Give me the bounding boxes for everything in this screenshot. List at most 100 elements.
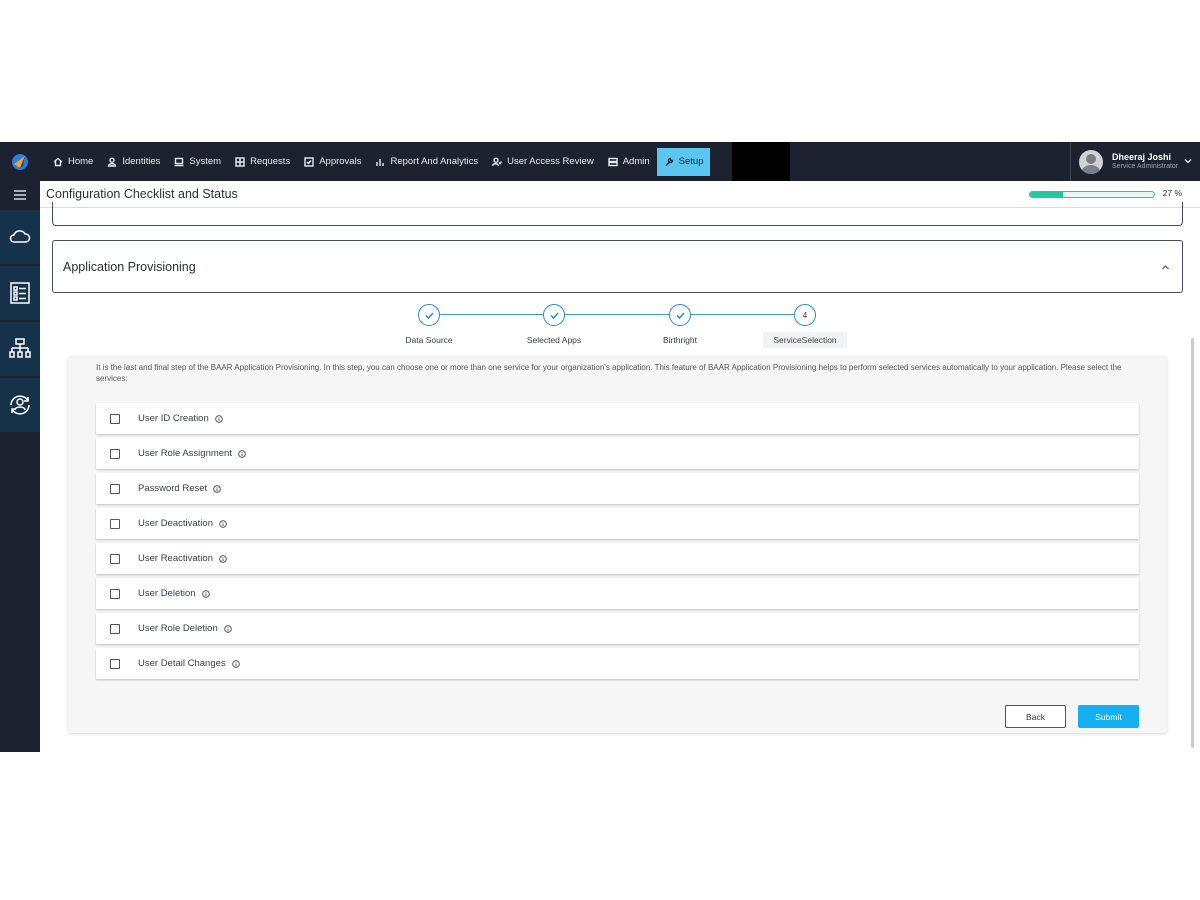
step-complete-marker	[543, 304, 565, 326]
user-icon	[108, 157, 117, 167]
info-icon[interactable]	[219, 519, 227, 528]
nav-user-access-review-label: User Access Review	[507, 156, 594, 167]
step-selected-apps[interactable]: Selected Apps	[509, 304, 599, 348]
list-item[interactable]: User Reactivation	[96, 543, 1139, 574]
user-sync-icon	[10, 395, 30, 415]
hamburger-menu-button[interactable]	[0, 181, 40, 208]
info-icon[interactable]	[231, 659, 240, 668]
laptop-icon	[174, 157, 184, 166]
nav-home-label: Home	[68, 156, 94, 167]
info-icon[interactable]	[219, 554, 227, 563]
sidebar-item-hierarchy[interactable]	[0, 322, 40, 376]
nav-system[interactable]: System	[167, 148, 228, 176]
step-data-source[interactable]: Data Source	[384, 304, 474, 348]
nav-setup[interactable]: Setup	[656, 147, 711, 176]
hierarchy-icon	[9, 338, 31, 358]
app-logo[interactable]	[0, 142, 40, 181]
service-label: User Deactivation	[138, 518, 213, 529]
service-checkbox[interactable]	[110, 448, 120, 459]
step-label: ServiceSelection	[763, 332, 847, 348]
back-button[interactable]: Back	[1005, 705, 1066, 728]
service-checkbox[interactable]	[110, 413, 120, 424]
service-checkbox[interactable]	[110, 483, 120, 494]
grid-icon	[235, 156, 245, 167]
step-complete-marker	[669, 304, 691, 326]
step-birthright[interactable]: Birthright	[635, 304, 725, 348]
service-checkbox[interactable]	[110, 518, 120, 529]
avatar	[1079, 149, 1103, 174]
user-info: Dheeraj Joshi Service Administrator	[1112, 152, 1178, 170]
info-icon[interactable]	[213, 484, 221, 493]
step-label: Birthright	[662, 335, 697, 345]
info-icon[interactable]	[201, 589, 210, 598]
step-number-marker: 4	[794, 304, 816, 326]
list-item[interactable]: Password Reset	[96, 473, 1139, 504]
nav-identities-label: Identities	[122, 156, 161, 167]
hamburger-icon	[14, 189, 26, 200]
check-icon	[675, 311, 685, 319]
nav-report-and-analytics[interactable]: Report And Analytics	[368, 148, 485, 176]
nav-menu: Home Identities System Requests Approval…	[46, 142, 711, 181]
nav-requests[interactable]: Requests	[228, 148, 297, 176]
check-icon	[424, 311, 434, 319]
step-label: Selected Apps	[526, 335, 582, 345]
service-checkbox[interactable]	[110, 588, 120, 599]
list-item[interactable]: User Role Assignment	[96, 438, 1139, 469]
step-service-selection[interactable]: 4 ServiceSelection	[760, 304, 850, 348]
config-progress-fill	[1030, 192, 1064, 197]
sidebar-item-cloud[interactable]	[0, 210, 40, 264]
user-name: Dheeraj Joshi	[1112, 152, 1172, 163]
service-label: Password Reset	[138, 483, 208, 494]
nav-requests-label: Requests	[250, 156, 291, 167]
list-item[interactable]: User Deletion	[96, 578, 1139, 609]
config-progress-label: 27 %	[1162, 188, 1182, 198]
list-item[interactable]: User Detail Changes	[96, 648, 1139, 679]
list-item[interactable]: User Deactivation	[96, 508, 1139, 539]
cloud-icon	[9, 230, 31, 243]
nav-approvals[interactable]: Approvals	[297, 148, 368, 176]
chevron-down-icon[interactable]	[1184, 157, 1192, 165]
main-content: Application Provisioning Data Source Sel…	[40, 202, 1195, 752]
section-title: Application Provisioning	[63, 259, 196, 274]
user-review-icon	[492, 157, 503, 166]
bar-chart-icon	[376, 158, 385, 166]
left-sidebar	[0, 181, 40, 752]
wrench-icon	[665, 157, 673, 166]
service-label: User Detail Changes	[138, 658, 226, 669]
top-navigation-bar: Home Identities System Requests Approval…	[0, 142, 1200, 181]
step-complete-marker	[418, 304, 440, 326]
service-list: User ID Creation User Role Assignment Pa…	[96, 403, 1139, 683]
nav-admin-label: Admin	[622, 156, 650, 167]
service-label: User Deletion	[138, 588, 196, 599]
info-icon[interactable]	[223, 624, 232, 633]
service-label: User ID Creation	[138, 413, 209, 424]
checklist-icon	[10, 282, 30, 304]
logo-icon	[12, 153, 28, 170]
list-item[interactable]: User Role Deletion	[96, 613, 1139, 644]
chevron-up-icon[interactable]	[1161, 263, 1170, 272]
nav-user-access-review[interactable]: User Access Review	[485, 148, 601, 176]
nav-identities[interactable]: Identities	[100, 148, 167, 176]
service-checkbox[interactable]	[110, 658, 120, 669]
sidebar-item-user-sync[interactable]	[0, 378, 40, 432]
server-icon	[608, 157, 618, 166]
user-profile-menu[interactable]: Dheeraj Joshi Service Administrator	[1070, 142, 1200, 181]
nav-admin[interactable]: Admin	[601, 148, 657, 176]
app-window: Home Identities System Requests Approval…	[0, 142, 1200, 752]
nav-home[interactable]: Home	[46, 148, 100, 176]
info-icon[interactable]	[215, 414, 223, 423]
info-icon[interactable]	[238, 449, 246, 458]
list-item[interactable]: User ID Creation	[96, 403, 1139, 434]
nav-approvals-label: Approvals	[319, 156, 362, 167]
previous-section-card	[52, 202, 1183, 226]
nav-system-label: System	[189, 156, 222, 167]
service-checkbox[interactable]	[110, 553, 120, 564]
provisioning-stepper: Data Source Selected Apps Birthright 4 S…	[380, 304, 880, 354]
sidebar-item-checklist[interactable]	[0, 266, 40, 320]
service-label: User Role Deletion	[138, 623, 218, 634]
submit-button[interactable]: Submit	[1078, 705, 1139, 728]
scrollbar[interactable]	[1191, 338, 1194, 748]
service-checkbox[interactable]	[110, 623, 120, 634]
application-provisioning-section[interactable]: Application Provisioning	[52, 240, 1183, 293]
user-role: Service Administrator	[1112, 162, 1179, 170]
